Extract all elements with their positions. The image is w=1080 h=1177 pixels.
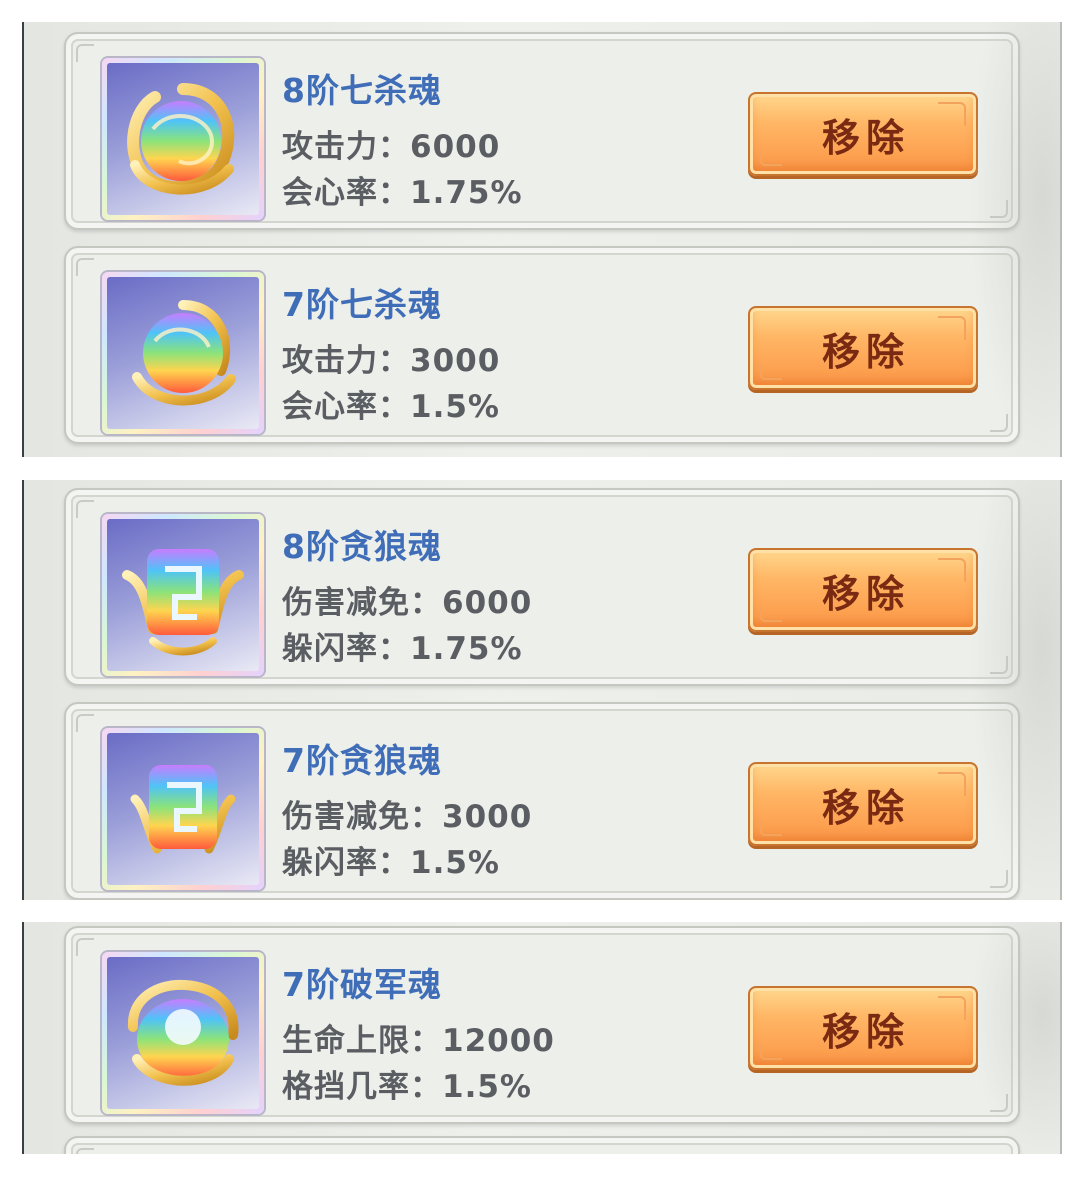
corner-ornament — [990, 1094, 1008, 1112]
soul-stat-primary: 攻击力：3000 — [282, 343, 501, 379]
soul-stat-secondary: 会心率：1.75% — [282, 175, 523, 211]
soul-card: 8阶贪狼魂 伤害减免：6000 躲闪率：1.75% 移除 — [64, 488, 1020, 686]
corner-ornament — [76, 714, 94, 732]
soul-card: 7阶破军魂 生命上限：12000 格挡几率：1.5% 移除 — [64, 926, 1020, 1124]
soul-card-partial — [64, 1136, 1020, 1154]
remove-button[interactable]: 移除 — [748, 92, 978, 176]
remove-button[interactable]: 移除 — [748, 306, 978, 390]
remove-button[interactable]: 移除 — [748, 986, 978, 1070]
soul-list-panel-3: 7阶破军魂 生命上限：12000 格挡几率：1.5% 移除 — [22, 922, 1062, 1154]
corner-ornament — [990, 414, 1008, 432]
remove-button-label: 移除 — [821, 571, 910, 616]
corner-ornament — [990, 656, 1008, 674]
soul-stat-primary: 伤害减免：6000 — [282, 585, 533, 621]
soul-card: 7阶贪狼魂 伤害减免：3000 躲闪率：1.5% 移除 — [64, 702, 1020, 900]
soul-stat-secondary: 躲闪率：1.5% — [282, 845, 500, 881]
seven-kill-soul-orb-icon[interactable] — [102, 58, 264, 220]
corner-ornament — [990, 870, 1008, 888]
greedy-wolf-soul-rune-icon[interactable] — [102, 728, 264, 890]
soul-list-panel-2: 8阶贪狼魂 伤害减免：6000 躲闪率：1.75% 移除 7阶贪狼魂 伤害减免：… — [22, 480, 1062, 900]
remove-button-label: 移除 — [821, 115, 910, 160]
soul-stat-secondary: 格挡几率：1.5% — [282, 1069, 532, 1105]
soul-name: 8阶贪狼魂 — [282, 527, 442, 566]
remove-button-label: 移除 — [821, 329, 910, 374]
soul-stat-primary: 攻击力：6000 — [282, 129, 501, 165]
soul-card: 7阶七杀魂 攻击力：3000 会心率：1.5% 移除 — [64, 246, 1020, 444]
corner-ornament — [76, 938, 94, 956]
corner-ornament — [76, 44, 94, 62]
soul-stat-secondary: 躲闪率：1.75% — [282, 631, 523, 667]
soul-name: 7阶七杀魂 — [282, 285, 442, 324]
soul-stat-primary: 生命上限：12000 — [282, 1023, 555, 1059]
greedy-wolf-soul-rune-icon[interactable] — [102, 514, 264, 676]
soul-stat-primary: 伤害减免：3000 — [282, 799, 533, 835]
corner-ornament — [990, 200, 1008, 218]
remove-button[interactable]: 移除 — [748, 548, 978, 632]
army-breaker-soul-gem-icon[interactable] — [102, 952, 264, 1114]
soul-list-panel-1: 8阶七杀魂 攻击力：6000 会心率：1.75% 移除 7阶七杀魂 攻击力：30… — [22, 22, 1062, 457]
soul-name: 7阶贪狼魂 — [282, 741, 442, 780]
soul-card: 8阶七杀魂 攻击力：6000 会心率：1.75% 移除 — [64, 32, 1020, 230]
corner-ornament — [76, 500, 94, 518]
remove-button-label: 移除 — [821, 1009, 910, 1054]
soul-name: 7阶破军魂 — [282, 965, 442, 1004]
soul-name: 8阶七杀魂 — [282, 71, 442, 110]
corner-ornament — [76, 1148, 94, 1154]
corner-ornament — [76, 258, 94, 276]
soul-stat-secondary: 会心率：1.5% — [282, 389, 500, 425]
remove-button-label: 移除 — [821, 785, 910, 830]
remove-button[interactable]: 移除 — [748, 762, 978, 846]
seven-kill-soul-orb-icon[interactable] — [102, 272, 264, 434]
